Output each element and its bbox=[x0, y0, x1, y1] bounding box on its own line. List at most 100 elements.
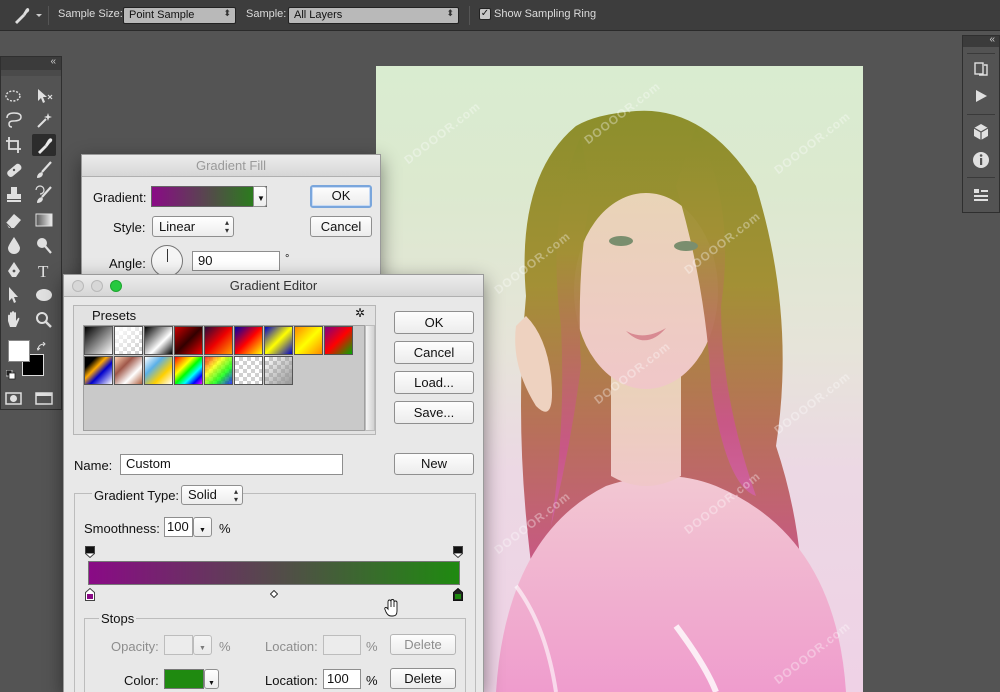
show-sampling-ring-checkbox[interactable]: ✓ bbox=[479, 8, 491, 20]
gradient-preview-swatch[interactable] bbox=[151, 186, 267, 207]
preset-foreground-to-transparent[interactable] bbox=[114, 326, 143, 355]
3d-panel-icon[interactable] bbox=[971, 122, 991, 142]
tools-panel-header[interactable]: « bbox=[1, 56, 61, 70]
lasso-tool-icon[interactable] bbox=[2, 109, 26, 131]
gradient-fill-dialog: Gradient Fill Gradient: ▼ OK Style: Line… bbox=[81, 154, 381, 284]
angle-degree-symbol: ° bbox=[285, 253, 290, 265]
swap-colors-icon[interactable] bbox=[36, 340, 47, 351]
opacity-stop-end[interactable] bbox=[453, 546, 463, 559]
history-panel-icon[interactable] bbox=[971, 59, 991, 79]
type-tool-icon[interactable]: T bbox=[32, 259, 56, 281]
minimize-window-button[interactable] bbox=[91, 280, 103, 292]
gradient-name-input[interactable]: Custom bbox=[120, 454, 343, 475]
clone-stamp-tool-icon[interactable] bbox=[2, 184, 26, 206]
brush-tool-icon[interactable] bbox=[32, 159, 56, 181]
default-colors-icon[interactable] bbox=[5, 368, 16, 380]
shape-tool-icon[interactable] bbox=[32, 284, 56, 306]
gradient-fill-cancel-button[interactable]: Cancel bbox=[310, 216, 372, 237]
preset-violet-orange[interactable] bbox=[204, 326, 233, 355]
info-panel-icon[interactable] bbox=[971, 150, 991, 170]
preset-foreground-to-background[interactable] bbox=[84, 326, 113, 355]
gradient-editor-cancel-button[interactable]: Cancel bbox=[394, 341, 474, 364]
blur-tool-icon[interactable] bbox=[2, 234, 26, 256]
presets-menu-gear-icon[interactable]: ✲ bbox=[355, 306, 365, 320]
magic-wand-tool-icon[interactable] bbox=[32, 109, 56, 131]
path-selection-tool-icon[interactable] bbox=[2, 284, 26, 306]
preset-chrome[interactable] bbox=[84, 356, 113, 385]
style-select[interactable]: Linear ▴ ▾ bbox=[152, 216, 234, 237]
smoothness-input[interactable]: 100 bbox=[164, 517, 193, 537]
presets-swatch-grid[interactable] bbox=[83, 325, 365, 431]
crop-tool-icon[interactable] bbox=[2, 134, 26, 156]
select-arrows-icon: ⬍ bbox=[223, 8, 231, 18]
smoothness-percent: % bbox=[219, 521, 231, 536]
preset-spectrum[interactable] bbox=[174, 356, 203, 385]
preset-chrome-light[interactable] bbox=[144, 356, 173, 385]
dock-header[interactable]: « bbox=[963, 34, 999, 47]
gradient-fill-ok-button[interactable]: OK bbox=[310, 185, 372, 208]
presets-scrollbar[interactable] bbox=[365, 325, 375, 431]
gradient-editor-ok-button[interactable]: OK bbox=[394, 311, 474, 334]
angle-dial[interactable] bbox=[151, 245, 183, 277]
tools-panel-grip[interactable] bbox=[1, 70, 61, 76]
opacity-slider-toggle[interactable]: ▼ bbox=[193, 635, 212, 655]
preset-neutral-density[interactable] bbox=[264, 356, 293, 385]
angle-input[interactable]: 90 bbox=[192, 251, 280, 271]
marquee-tool-icon[interactable] bbox=[2, 85, 26, 107]
preset-black-white[interactable] bbox=[144, 326, 173, 355]
eraser-tool-icon[interactable] bbox=[2, 209, 26, 231]
gradient-tool-icon[interactable] bbox=[32, 209, 56, 231]
preset-copper[interactable] bbox=[114, 356, 143, 385]
name-label: Name: bbox=[74, 458, 113, 473]
smoothness-slider-toggle[interactable]: ▼ bbox=[193, 517, 212, 537]
preset-orange-yellow-orange[interactable] bbox=[294, 326, 323, 355]
preset-red[interactable] bbox=[174, 326, 203, 355]
opacity-delete-button[interactable]: Delete bbox=[390, 634, 456, 655]
stop-color-swatch[interactable] bbox=[164, 669, 204, 689]
sample-select[interactable]: All Layers ⬍ bbox=[288, 7, 459, 24]
pen-tool-icon[interactable] bbox=[2, 259, 26, 281]
preset-transparent-rainbow[interactable] bbox=[204, 356, 233, 385]
opacity-input[interactable] bbox=[164, 635, 193, 655]
close-window-button[interactable] bbox=[72, 280, 84, 292]
foreground-color-swatch[interactable] bbox=[8, 340, 30, 362]
eyedropper-tool-icon[interactable] bbox=[32, 134, 56, 156]
stop-color-menu-toggle[interactable]: ▼ bbox=[204, 669, 219, 689]
eyedropper-tool-preset-icon[interactable] bbox=[10, 5, 42, 25]
history-brush-tool-icon[interactable] bbox=[32, 184, 56, 206]
load-button[interactable]: Load... bbox=[394, 371, 474, 394]
opacity-location-input[interactable] bbox=[323, 635, 361, 655]
dodge-tool-icon[interactable] bbox=[32, 234, 56, 256]
quick-mask-icon[interactable] bbox=[2, 387, 26, 409]
color-stop-start[interactable] bbox=[85, 587, 95, 601]
color-delete-button[interactable]: Delete bbox=[390, 668, 456, 689]
color-location-input[interactable]: 100 bbox=[323, 669, 361, 689]
actions-play-icon[interactable] bbox=[971, 86, 991, 106]
preset-blue-yellow-blue[interactable] bbox=[264, 326, 293, 355]
sample-size-select[interactable]: Point Sample ⬍ bbox=[123, 7, 236, 24]
zoom-window-button[interactable] bbox=[110, 280, 122, 292]
hand-tool-icon[interactable] bbox=[2, 309, 26, 331]
gradient-label: Gradient: bbox=[93, 190, 147, 205]
gradient-type-select[interactable]: Solid ▴ ▾ bbox=[181, 485, 243, 505]
screen-mode-icon[interactable] bbox=[32, 387, 56, 409]
color-stop-end-selected[interactable] bbox=[453, 587, 463, 601]
preset-violet-green-orange[interactable] bbox=[324, 326, 353, 355]
new-gradient-button[interactable]: New bbox=[394, 453, 474, 475]
color-midpoint-diamond[interactable] bbox=[269, 586, 279, 599]
save-button[interactable]: Save... bbox=[394, 401, 474, 424]
gradient-editor-dialog: Gradient Editor Presets ✲ OK Cancel Load… bbox=[63, 274, 484, 692]
options-bar: Sample Size: Point Sample ⬍ Sample: All … bbox=[0, 0, 1000, 31]
properties-panel-icon[interactable] bbox=[971, 186, 991, 206]
gradient-picker-toggle[interactable]: ▼ bbox=[253, 186, 267, 207]
healing-brush-tool-icon[interactable] bbox=[2, 159, 26, 181]
preset-transparent-stripes[interactable] bbox=[234, 356, 263, 385]
gradient-bar[interactable] bbox=[88, 561, 460, 585]
zoom-tool-icon[interactable] bbox=[32, 309, 56, 331]
gradient-editor-titlebar[interactable]: Gradient Editor bbox=[64, 275, 483, 297]
collapse-icon[interactable]: « bbox=[50, 56, 56, 67]
preset-blue-red-yellow[interactable] bbox=[234, 326, 263, 355]
collapse-icon[interactable]: « bbox=[989, 34, 995, 45]
move-tool-icon[interactable] bbox=[32, 85, 56, 107]
opacity-stop-start[interactable] bbox=[85, 546, 95, 559]
